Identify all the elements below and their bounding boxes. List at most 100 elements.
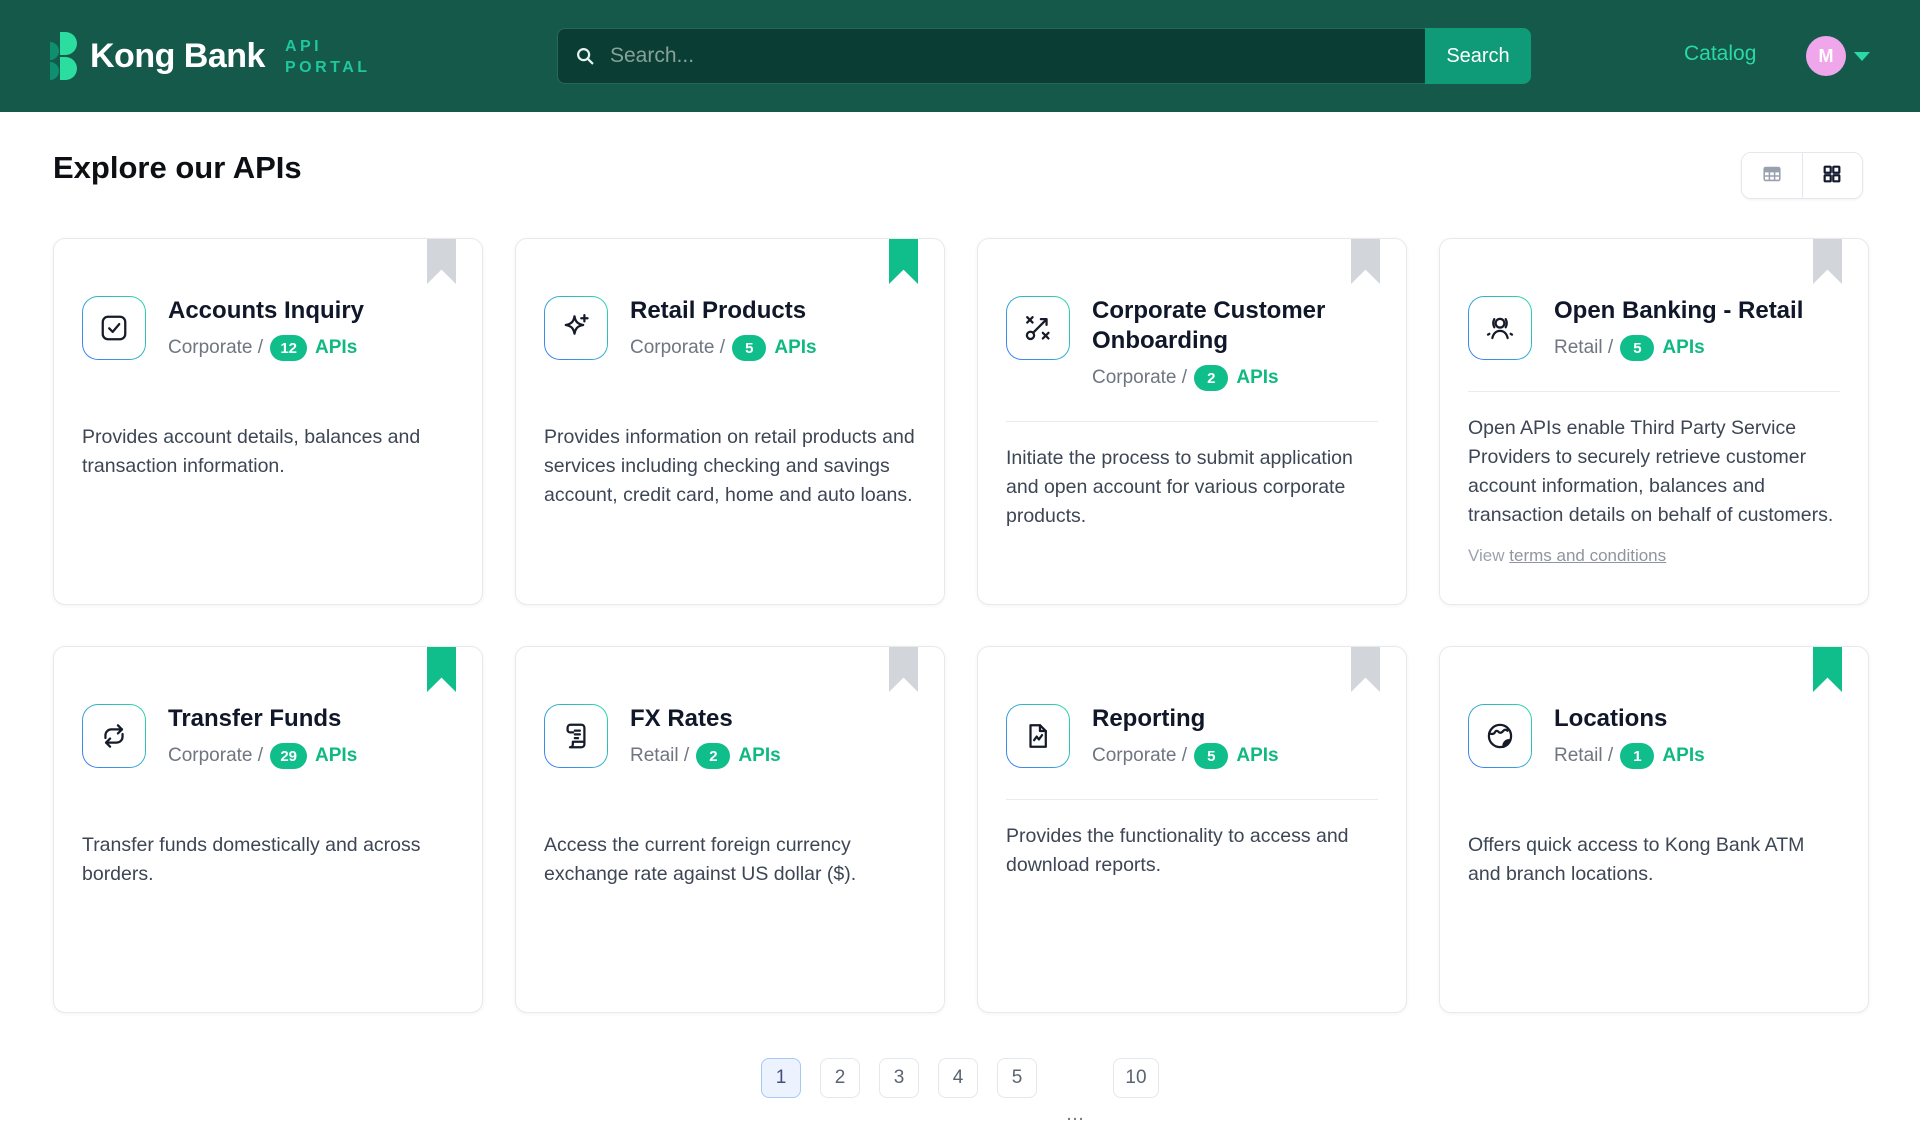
apis-label: APIs: [1236, 367, 1278, 389]
card-divider: [1468, 391, 1840, 392]
report-icon: [1006, 704, 1070, 768]
search-icon: [574, 45, 596, 67]
page-title: Explore our APIs: [53, 150, 302, 186]
api-category: Corporate: [1092, 367, 1177, 389]
api-description: Transfer funds domestically and across b…: [82, 831, 454, 889]
chevron-down-icon[interactable]: [1854, 52, 1870, 61]
meta-separator: /: [1603, 337, 1619, 359]
api-card[interactable]: Accounts Inquiry Corporate / 12 APIs Pro…: [53, 238, 483, 605]
apis-label: APIs: [1236, 745, 1278, 767]
page-4-button[interactable]: 4: [938, 1058, 978, 1098]
meta-separator: /: [1603, 745, 1619, 767]
brand-tagline: APIPORTAL: [285, 36, 371, 78]
api-category: Corporate: [1092, 745, 1177, 767]
bookmark-ribbon-icon[interactable]: [1813, 647, 1842, 692]
user-icon: [1468, 296, 1532, 360]
api-meta: Retail / 2 APIs: [630, 743, 781, 769]
bookmark-ribbon-icon[interactable]: [1351, 239, 1380, 284]
api-description: Provides the functionality to access and…: [1006, 822, 1378, 880]
bookmark-ribbon-icon[interactable]: [889, 239, 918, 284]
api-category: Retail: [630, 745, 679, 767]
card-header: Retail Products Corporate / 5 APIs: [544, 296, 916, 361]
page-10-button[interactable]: 10: [1113, 1058, 1159, 1098]
api-count-badge: 1: [1620, 743, 1654, 769]
checkbox-icon: [82, 296, 146, 360]
api-card[interactable]: Open Banking - Retail Retail / 5 APIs Op…: [1439, 238, 1869, 605]
search-input[interactable]: [557, 28, 1425, 84]
apis-label: APIs: [315, 337, 357, 359]
api-card[interactable]: Locations Retail / 1 APIs Offers quick a…: [1439, 646, 1869, 1013]
catalog-link[interactable]: Catalog: [1684, 42, 1756, 66]
kong-bank-logo[interactable]: Kong Bank APIPORTAL: [50, 30, 371, 82]
meta-separator: /: [1177, 745, 1193, 767]
page-5-button[interactable]: 5: [997, 1058, 1037, 1098]
api-title: Reporting: [1092, 704, 1279, 734]
api-title: Transfer Funds: [168, 704, 357, 734]
api-meta: Retail / 5 APIs: [1554, 335, 1803, 361]
bookmark-ribbon-icon[interactable]: [1351, 647, 1380, 692]
meta-separator: /: [679, 745, 695, 767]
card-header: Open Banking - Retail Retail / 5 APIs: [1468, 296, 1840, 361]
api-category: Corporate: [168, 337, 253, 359]
search-button[interactable]: Search: [1425, 28, 1531, 84]
api-description: Open APIs enable Third Party Service Pro…: [1468, 414, 1840, 530]
grid-icon: [1821, 163, 1843, 188]
api-category: Corporate: [168, 745, 253, 767]
api-description: Access the current foreign currency exch…: [544, 831, 916, 889]
apis-label: APIs: [315, 745, 357, 767]
scroll-icon: [544, 704, 608, 768]
bookmark-ribbon-icon[interactable]: [427, 239, 456, 284]
card-divider: [1006, 799, 1378, 800]
api-title: Locations: [1554, 704, 1705, 734]
kong-bank-logo-icon: [50, 30, 77, 82]
apis-label: APIs: [738, 745, 780, 767]
bookmark-ribbon-icon[interactable]: [427, 647, 456, 692]
page-3-button[interactable]: 3: [879, 1058, 919, 1098]
api-card[interactable]: Transfer Funds Corporate / 29 APIs Trans…: [53, 646, 483, 1013]
api-title: Corporate Customer Onboarding: [1092, 296, 1378, 356]
pagination: 12345…10: [0, 1058, 1920, 1098]
api-count-badge: 5: [732, 335, 766, 361]
globe-icon: [1468, 704, 1532, 768]
strategy-icon: [1006, 296, 1070, 360]
meta-separator: /: [1177, 367, 1193, 389]
api-card[interactable]: Reporting Corporate / 5 APIs Provides th…: [977, 646, 1407, 1013]
grid-view-button[interactable]: [1802, 153, 1863, 198]
api-card[interactable]: FX Rates Retail / 2 APIs Access the curr…: [515, 646, 945, 1013]
api-meta: Corporate / 5 APIs: [1092, 743, 1279, 769]
api-category: Corporate: [630, 337, 715, 359]
apis-label: APIs: [774, 337, 816, 359]
apis-label: APIs: [1662, 337, 1704, 359]
terms-line: View terms and conditions: [1468, 546, 1840, 566]
api-category: Retail: [1554, 337, 1603, 359]
api-title: FX Rates: [630, 704, 781, 734]
api-meta: Corporate / 2 APIs: [1092, 365, 1378, 391]
view-toggle: [1741, 152, 1863, 199]
card-divider: [1006, 421, 1378, 422]
api-title: Open Banking - Retail: [1554, 296, 1803, 326]
api-count-badge: 2: [696, 743, 730, 769]
api-description: Offers quick access to Kong Bank ATM and…: [1468, 831, 1840, 889]
page-1-button[interactable]: 1: [761, 1058, 801, 1098]
page-2-button[interactable]: 2: [820, 1058, 860, 1098]
api-card[interactable]: Retail Products Corporate / 5 APIs Provi…: [515, 238, 945, 605]
api-title: Retail Products: [630, 296, 817, 326]
sparkle-icon: [544, 296, 608, 360]
bookmark-ribbon-icon[interactable]: [1813, 239, 1842, 284]
apis-label: APIs: [1662, 745, 1704, 767]
api-card[interactable]: Corporate Customer Onboarding Corporate …: [977, 238, 1407, 605]
api-description: Provides account details, balances and t…: [82, 423, 454, 481]
api-description: Initiate the process to submit applicati…: [1006, 444, 1378, 531]
api-count-badge: 12: [270, 335, 307, 361]
api-count-badge: 5: [1620, 335, 1654, 361]
card-header: Corporate Customer Onboarding Corporate …: [1006, 296, 1378, 391]
bookmark-ribbon-icon[interactable]: [889, 647, 918, 692]
card-header: Reporting Corporate / 5 APIs: [1006, 704, 1378, 769]
meta-separator: /: [715, 337, 731, 359]
terms-link[interactable]: terms and conditions: [1509, 546, 1666, 565]
pagination-ellipsis: …: [1056, 1082, 1094, 1122]
avatar[interactable]: M: [1806, 36, 1846, 76]
api-count-badge: 29: [270, 743, 307, 769]
table-view-button[interactable]: [1742, 153, 1802, 198]
card-header: Accounts Inquiry Corporate / 12 APIs: [82, 296, 454, 361]
